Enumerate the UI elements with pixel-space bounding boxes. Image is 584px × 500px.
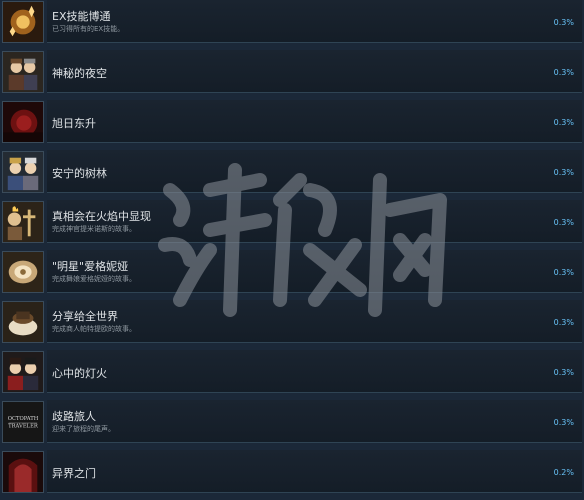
- mysterious-night-sky-icon: [2, 51, 44, 93]
- achievement-title: 真相会在火焰中显现: [52, 210, 151, 223]
- rising-sun-icon: [2, 101, 44, 143]
- peaceful-forest-icon: [2, 151, 44, 193]
- achievement-row[interactable]: 分享给全世界 完成商人帕特提欧的故事。 0.3%: [0, 300, 584, 350]
- achievement-percent: 0.3%: [553, 418, 574, 427]
- achievement-panel: 神秘的夜空 0.3%: [47, 50, 582, 93]
- achievement-panel: 旭日东升 0.3%: [47, 100, 582, 143]
- achievement-panel: 异界之门 0.2%: [47, 450, 582, 493]
- achievement-row[interactable]: 异界之门 0.2%: [0, 450, 584, 500]
- achievement-title: EX技能博通: [52, 10, 111, 23]
- achievement-percent: 0.3%: [553, 168, 574, 177]
- achievement-row[interactable]: 心中的灯火 0.3%: [0, 350, 584, 400]
- achievement-percent: 0.2%: [553, 468, 574, 477]
- svg-text:TRAVELER: TRAVELER: [8, 424, 39, 430]
- achievement-title: 神秘的夜空: [52, 67, 107, 80]
- achievement-percent: 0.3%: [553, 318, 574, 327]
- achievement-row[interactable]: 旭日东升 0.3%: [0, 100, 584, 150]
- achievement-row[interactable]: OCTOPATH TRAVELER 歧路旅人 迎来了旅程的尾声。 0.3%: [0, 400, 584, 450]
- achievement-title: 心中的灯火: [52, 367, 107, 380]
- achievement-title: 异界之门: [52, 467, 96, 480]
- achievement-percent: 0.3%: [553, 268, 574, 277]
- otherworld-gate-icon: [2, 451, 44, 493]
- achievement-panel: 分享给全世界 完成商人帕特提欧的故事。 0.3%: [47, 300, 582, 343]
- achievement-description: 完成舞娘爱格妮娅的故事。: [52, 275, 136, 283]
- achievement-percent: 0.3%: [553, 218, 574, 227]
- achievement-percent: 0.3%: [553, 368, 574, 377]
- achievement-panel: EX技能博通 已习得所有的EX技能。 0.3%: [47, 0, 582, 43]
- achievement-percent: 0.3%: [553, 18, 574, 27]
- star-agnea-icon: [2, 251, 44, 293]
- achievement-percent: 0.3%: [553, 118, 574, 127]
- svg-text:OCTOPATH: OCTOPATH: [8, 416, 39, 422]
- achievement-panel: 心中的灯火 0.3%: [47, 350, 582, 393]
- achievement-row[interactable]: 安宁的树林 0.3%: [0, 150, 584, 200]
- achievement-panel: 歧路旅人 迎来了旅程的尾声。 0.3%: [47, 400, 582, 443]
- achievement-description: 已习得所有的EX技能。: [52, 25, 125, 33]
- achievement-title: 旭日东升: [52, 117, 96, 130]
- achievement-percent: 0.3%: [553, 68, 574, 77]
- achievement-description: 完成神官提米诺斯的故事。: [52, 225, 136, 233]
- achievement-title: 歧路旅人: [52, 410, 96, 423]
- octopath-traveler-logo-icon: OCTOPATH TRAVELER: [2, 401, 44, 443]
- achievement-title: 分享给全世界: [52, 310, 118, 323]
- achievement-row[interactable]: "明星"爱格妮娅 完成舞娘爱格妮娅的故事。 0.3%: [0, 250, 584, 300]
- achievement-panel: 安宁的树林 0.3%: [47, 150, 582, 193]
- share-with-world-icon: [2, 301, 44, 343]
- achievement-description: 完成商人帕特提欧的故事。: [52, 325, 136, 333]
- achievement-row[interactable]: EX技能博通 已习得所有的EX技能。 0.3%: [0, 0, 584, 50]
- achievement-title: "明星"爱格妮娅: [52, 260, 129, 273]
- lamp-in-heart-icon: [2, 351, 44, 393]
- ex-skills-icon: [2, 1, 44, 43]
- achievement-row[interactable]: 真相会在火焰中显现 完成神官提米诺斯的故事。 0.3%: [0, 200, 584, 250]
- truth-in-flames-icon: [2, 201, 44, 243]
- achievement-row[interactable]: 神秘的夜空 0.3%: [0, 50, 584, 100]
- achievement-panel: 真相会在火焰中显现 完成神官提米诺斯的故事。 0.3%: [47, 200, 582, 243]
- achievement-title: 安宁的树林: [52, 167, 107, 180]
- achievement-panel: "明星"爱格妮娅 完成舞娘爱格妮娅的故事。 0.3%: [47, 250, 582, 293]
- achievement-description: 迎来了旅程的尾声。: [52, 425, 115, 433]
